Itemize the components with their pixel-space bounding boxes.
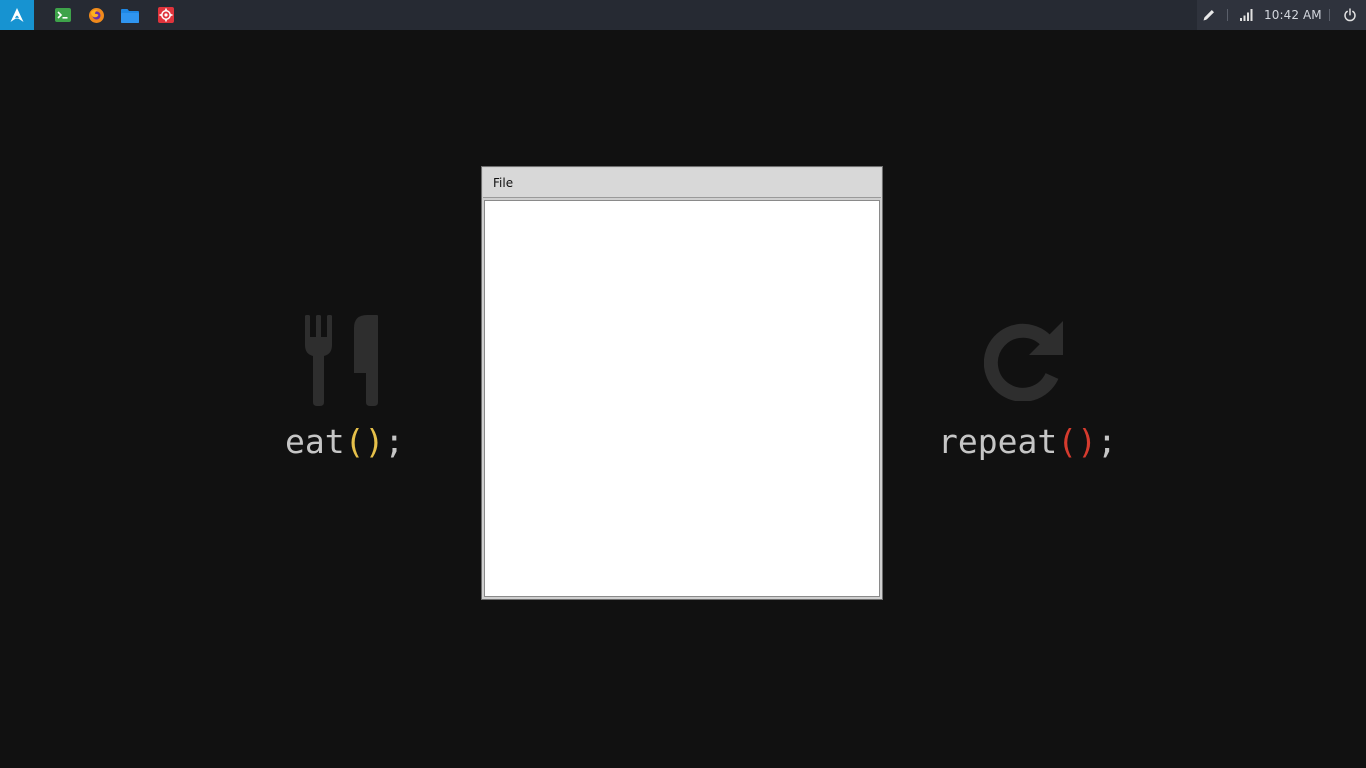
settings-icon [158,7,174,23]
pen-icon [1203,10,1214,21]
system-tray: 10:42 AM [1197,0,1366,30]
eat-parens: () [344,422,385,461]
settings-launcher[interactable] [157,6,175,24]
arch-linux-icon [10,8,24,22]
repeat-word: repeat [938,422,1058,461]
terminal-launcher[interactable] [54,6,72,24]
files-launcher[interactable] [121,6,139,24]
file-menu[interactable]: File [491,168,515,198]
repeat-parens: () [1057,422,1097,461]
tray-separator [1227,9,1228,21]
application-window: File [481,166,883,600]
fork-knife-icon [305,315,378,406]
redo-arrow-icon [984,321,1063,401]
menu-bar: File [483,168,881,198]
eat-word: eat [285,422,345,461]
power-icon [1344,8,1356,22]
power-button[interactable] [1343,0,1357,30]
repeat-semicolon: ; [1096,422,1117,461]
repeat-code-text: repeat(); [938,422,1117,462]
top-taskbar: 10:42 AM [0,0,1366,30]
terminal-icon [55,8,71,22]
window-content-area[interactable] [484,200,880,597]
eat-semicolon: ; [384,422,405,461]
signal-icon [1240,9,1253,21]
pen-tray-button[interactable] [1202,0,1216,30]
tray-separator [1329,9,1330,21]
network-tray-button[interactable] [1239,0,1253,30]
firefox-icon [88,7,104,23]
firefox-launcher[interactable] [87,6,105,24]
eat-code-text: eat(); [285,422,404,462]
app-launcher-button[interactable] [0,0,34,30]
clock[interactable]: 10:42 AM [1264,0,1322,30]
folder-icon [121,8,139,23]
